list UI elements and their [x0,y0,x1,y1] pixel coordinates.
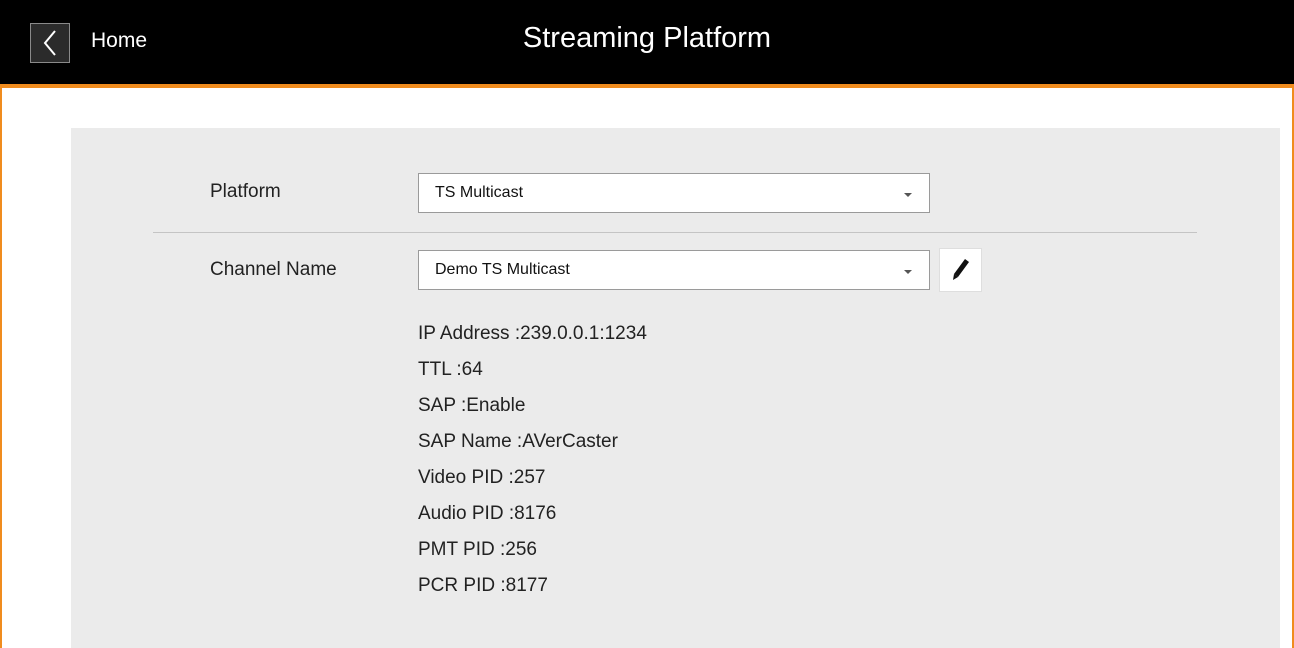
platform-select[interactable]: TS Multicast [418,173,930,213]
edit-channel-button[interactable] [939,248,982,292]
chevron-left-icon [43,30,56,56]
detail-ttl: TTL :64 [418,359,483,380]
page-title: Streaming Platform [522,22,772,54]
channel-name-label: Channel Name [210,259,337,280]
back-button[interactable] [30,23,70,63]
platform-selected-value: TS Multicast [435,184,524,201]
detail-ip-address: IP Address :239.0.0.1:1234 [418,323,647,344]
detail-pcr-pid: PCR PID :8177 [418,575,548,596]
home-link[interactable]: Home [91,29,147,53]
settings-panel: Platform TS Multicast Channel Name Demo … [71,128,1280,648]
detail-video-pid: Video PID :257 [418,467,546,488]
top-bar: Home Streaming Platform [0,0,1294,88]
detail-sap-name: SAP Name :AVerCaster [418,431,618,452]
chevron-down-icon [904,193,912,197]
channel-name-select[interactable]: Demo TS Multicast [418,250,930,290]
pencil-icon [952,259,969,280]
channel-details: IP Address :239.0.0.1:1234 TTL :64 SAP :… [418,316,647,604]
divider [153,232,1197,233]
channel-selected-value: Demo TS Multicast [435,261,570,278]
detail-audio-pid: Audio PID :8176 [418,503,557,524]
detail-pmt-pid: PMT PID :256 [418,539,537,560]
chevron-down-icon [904,270,912,274]
detail-sap: SAP :Enable [418,395,526,416]
platform-label: Platform [210,181,281,202]
